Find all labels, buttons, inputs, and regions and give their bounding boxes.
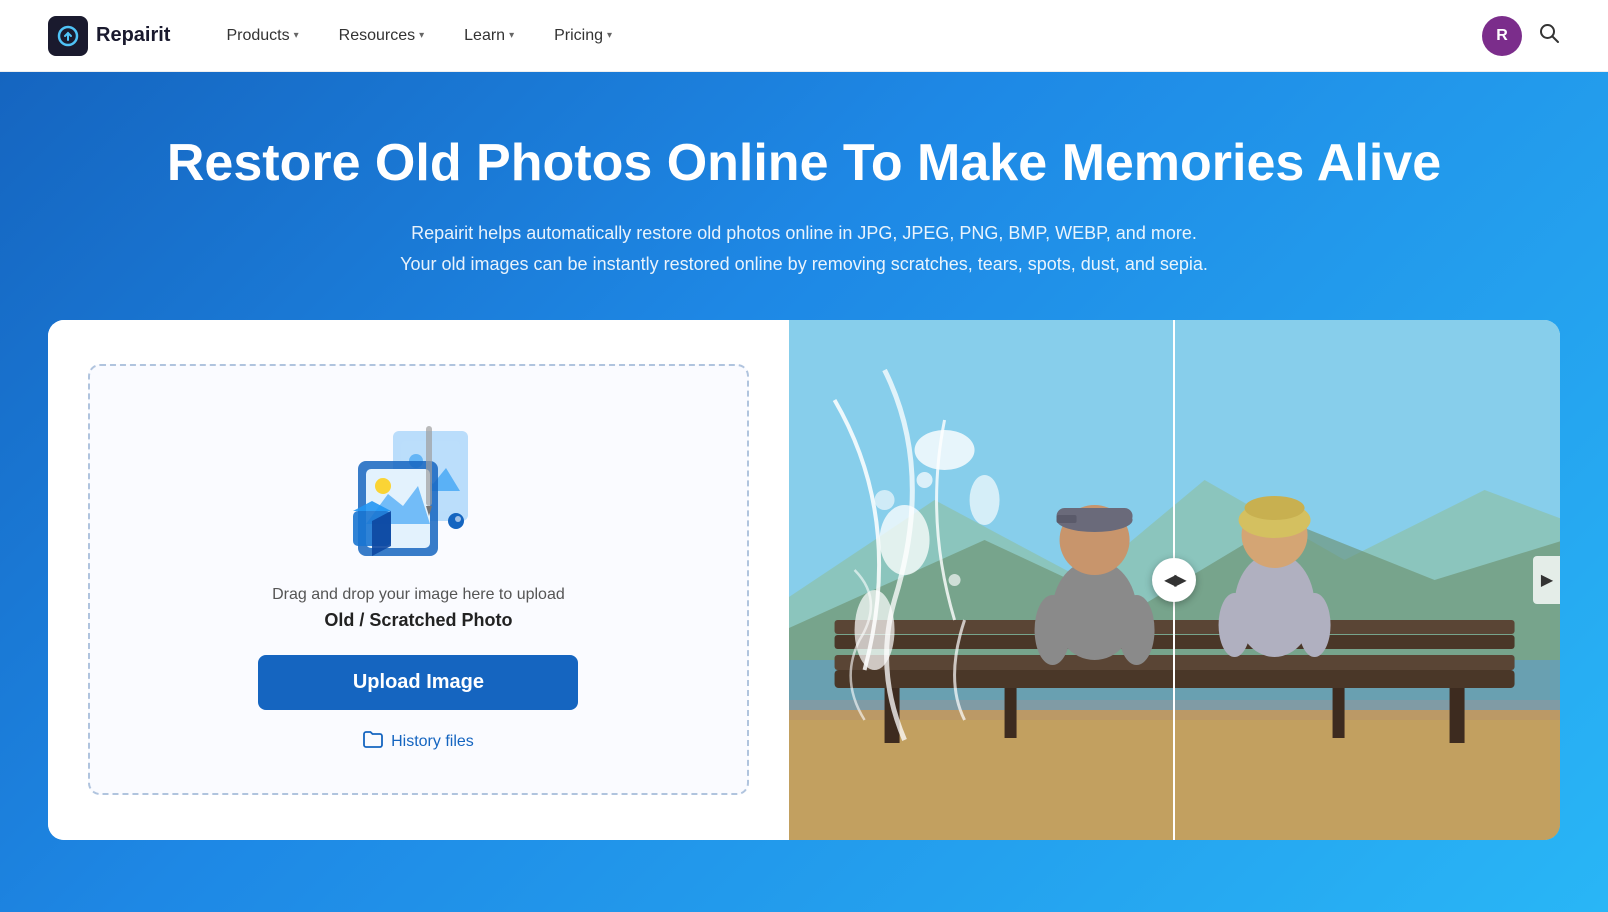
hero-section: Restore Old Photos Online To Make Memori… bbox=[0, 72, 1608, 912]
before-after-container: ◀▶ ▶ bbox=[789, 320, 1560, 840]
upload-illustration bbox=[338, 406, 498, 566]
nav-links: Products ▾ Resources ▾ Learn ▾ Pricing ▾ bbox=[210, 19, 1482, 53]
chevron-down-icon: ▾ bbox=[294, 30, 299, 41]
hero-title: Restore Old Photos Online To Make Memori… bbox=[48, 132, 1560, 194]
arrows-icon: ◀▶ bbox=[1164, 570, 1185, 590]
next-arrow-button[interactable]: ▶ bbox=[1533, 556, 1560, 604]
folder-icon bbox=[363, 730, 383, 753]
nav-pricing[interactable]: Pricing ▾ bbox=[538, 19, 628, 53]
chevron-down-icon: ▾ bbox=[509, 30, 514, 41]
nav-right: R bbox=[1482, 16, 1560, 56]
history-files-link[interactable]: History files bbox=[363, 730, 474, 753]
avatar[interactable]: R bbox=[1482, 16, 1522, 56]
drag-drop-text: Drag and drop your image here to upload bbox=[272, 586, 565, 604]
nav-logo[interactable]: Repairit bbox=[48, 16, 170, 56]
nav-learn[interactable]: Learn ▾ bbox=[448, 19, 530, 53]
logo-icon bbox=[48, 16, 88, 56]
preview-panel: ◀▶ ▶ bbox=[789, 320, 1560, 840]
chevron-right-icon: ▶ bbox=[1541, 570, 1553, 590]
hero-subtitle: Repairit helps automatically restore old… bbox=[48, 218, 1560, 279]
nav-products[interactable]: Products ▾ bbox=[210, 19, 314, 53]
nav-resources[interactable]: Resources ▾ bbox=[323, 19, 441, 53]
chevron-down-icon: ▾ bbox=[419, 30, 424, 41]
search-icon[interactable] bbox=[1538, 22, 1560, 50]
upload-image-button[interactable]: Upload Image bbox=[258, 655, 578, 710]
chevron-down-icon: ▾ bbox=[607, 30, 612, 41]
photo-type-label: Old / Scratched Photo bbox=[324, 610, 512, 631]
logo-text: Repairit bbox=[96, 24, 170, 47]
main-card: Drag and drop your image here to upload … bbox=[48, 320, 1560, 840]
upload-dropzone[interactable]: Drag and drop your image here to upload … bbox=[88, 364, 749, 795]
upload-panel: Drag and drop your image here to upload … bbox=[48, 320, 789, 840]
before-after-slider[interactable]: ◀▶ bbox=[1152, 558, 1196, 602]
navbar: Repairit Products ▾ Resources ▾ Learn ▾ … bbox=[0, 0, 1608, 72]
